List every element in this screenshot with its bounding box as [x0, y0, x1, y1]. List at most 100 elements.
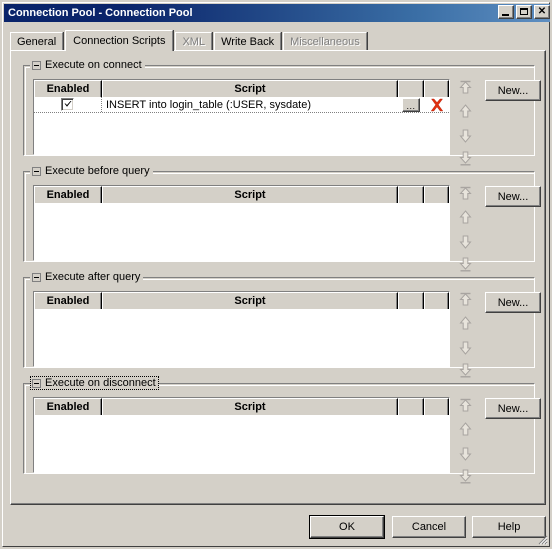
cell-script[interactable]: INSERT into login_table (:USER, sysdate) [102, 97, 398, 112]
collapse-icon[interactable] [32, 60, 41, 70]
tab-label: Miscellaneous [290, 36, 360, 48]
new-script-button[interactable]: New... [485, 292, 541, 313]
column-header-enabled[interactable]: Enabled [34, 186, 102, 203]
minimize-button[interactable] [498, 5, 514, 19]
group-caption[interactable]: Execute after query [30, 270, 144, 284]
cell-delete [424, 97, 449, 112]
double-up-arrow-icon [459, 80, 472, 94]
column-header-blank-2[interactable] [424, 292, 449, 309]
grid-header: Enabled Script [34, 186, 449, 203]
tab-general[interactable]: General [10, 32, 64, 51]
up-arrow-icon [459, 422, 472, 436]
down-arrow-icon [459, 235, 472, 249]
cell-ellipsis: ... [398, 97, 424, 112]
maximize-icon [520, 8, 528, 15]
column-header-blank-1[interactable] [398, 398, 424, 415]
group-caption-label: Execute on connect [45, 59, 142, 71]
column-header-enabled[interactable]: Enabled [34, 292, 102, 309]
new-script-button[interactable]: New... [485, 398, 541, 419]
group-execute-on-disconnect: Execute on disconnect Enabled Script New… [23, 376, 541, 484]
table-row[interactable]: INSERT into login_table (:USER, sysdate)… [34, 97, 449, 113]
move-up-button[interactable] [457, 208, 474, 230]
close-button[interactable]: ✕ [534, 5, 550, 19]
tab-label: General [17, 36, 57, 48]
grid-header: Enabled Script [34, 292, 449, 309]
resize-grip-icon[interactable] [536, 533, 548, 545]
move-to-top-button[interactable] [457, 80, 474, 102]
grid-header: Enabled Script [34, 80, 449, 97]
tab-miscellaneous: Miscellaneous [283, 32, 367, 51]
group-caption[interactable]: Execute on connect [30, 58, 145, 72]
reorder-buttons [457, 186, 474, 274]
column-header-blank-2[interactable] [424, 186, 449, 203]
help-button[interactable]: Help [472, 516, 546, 538]
reorder-buttons [457, 398, 474, 486]
close-icon: ✕ [537, 6, 547, 17]
tab-xml: XML [175, 32, 213, 51]
collapse-icon[interactable] [32, 166, 41, 176]
double-up-arrow-icon [459, 292, 472, 306]
delete-row-icon[interactable] [430, 98, 444, 112]
move-to-top-button[interactable] [457, 398, 474, 420]
column-header-script[interactable]: Script [102, 80, 398, 97]
column-header-blank-2[interactable] [424, 398, 449, 415]
column-header-script[interactable]: Script [102, 186, 398, 203]
move-down-button[interactable] [457, 230, 474, 252]
move-up-button[interactable] [457, 314, 474, 336]
column-header-script[interactable]: Script [102, 398, 398, 415]
tab-label: XML [182, 36, 206, 48]
cancel-button[interactable]: Cancel [392, 516, 466, 538]
checkmark-icon [64, 101, 72, 107]
scripts-grid[interactable]: Enabled Script [33, 185, 450, 261]
tab-strip: General Connection Scripts XML Write Bac… [10, 30, 546, 51]
group-execute-after-query: Execute after query Enabled Script New..… [23, 270, 541, 378]
group-caption-label: Execute after query [45, 271, 141, 283]
move-up-button[interactable] [457, 102, 474, 124]
column-header-blank-1[interactable] [398, 186, 424, 203]
minimize-icon [502, 14, 509, 16]
enabled-checkbox[interactable] [61, 98, 74, 111]
column-header-blank-1[interactable] [398, 292, 424, 309]
column-header-enabled[interactable]: Enabled [34, 80, 102, 97]
double-up-arrow-icon [459, 186, 472, 200]
group-caption-label: Execute on disconnect [45, 377, 156, 389]
collapse-icon[interactable] [32, 378, 41, 388]
move-down-button[interactable] [457, 336, 474, 358]
double-down-arrow-icon [459, 469, 472, 484]
new-script-button[interactable]: New... [485, 80, 541, 101]
tab-connection-scripts[interactable]: Connection Scripts [65, 30, 174, 51]
move-to-top-button[interactable] [457, 186, 474, 208]
group-execute-before-query: Execute before query Enabled Script New.… [23, 164, 541, 272]
down-arrow-icon [459, 129, 472, 143]
move-to-bottom-button[interactable] [457, 464, 474, 486]
script-editor-button[interactable]: ... [402, 97, 420, 112]
down-arrow-icon [459, 341, 472, 355]
scripts-grid[interactable]: Enabled Script [33, 397, 450, 473]
up-arrow-icon [459, 210, 472, 224]
title-bar[interactable]: Connection Pool - Connection Pool ✕ [4, 4, 550, 22]
cell-enabled[interactable] [34, 97, 102, 112]
move-down-button[interactable] [457, 442, 474, 464]
ok-button[interactable]: OK [309, 515, 385, 539]
column-header-enabled[interactable]: Enabled [34, 398, 102, 415]
column-header-blank-2[interactable] [424, 80, 449, 97]
maximize-button[interactable] [516, 5, 532, 19]
group-execute-on-connect: Execute on connect Enabled Script INSERT… [23, 58, 541, 166]
tab-write-back[interactable]: Write Back [214, 32, 282, 51]
group-caption[interactable]: Execute on disconnect [30, 376, 159, 390]
move-up-button[interactable] [457, 420, 474, 442]
reorder-buttons [457, 80, 474, 168]
scripts-grid[interactable]: Enabled Script INSERT into login_table (… [33, 79, 450, 155]
connection-scripts-panel: Execute on connect Enabled Script INSERT… [10, 50, 546, 505]
group-caption[interactable]: Execute before query [30, 164, 153, 178]
double-up-arrow-icon [459, 398, 472, 412]
collapse-icon[interactable] [32, 272, 41, 282]
up-arrow-icon [459, 104, 472, 118]
move-down-button[interactable] [457, 124, 474, 146]
window-title: Connection Pool - Connection Pool [8, 7, 193, 19]
move-to-top-button[interactable] [457, 292, 474, 314]
column-header-script[interactable]: Script [102, 292, 398, 309]
scripts-grid[interactable]: Enabled Script [33, 291, 450, 367]
new-script-button[interactable]: New... [485, 186, 541, 207]
column-header-blank-1[interactable] [398, 80, 424, 97]
